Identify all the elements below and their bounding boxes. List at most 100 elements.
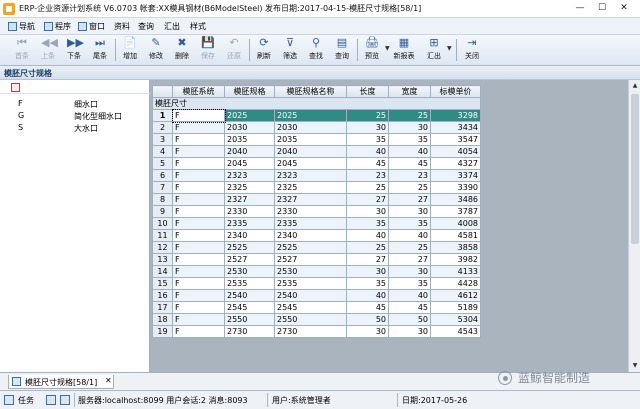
table-cell[interactable]: 35 [346,277,389,290]
table-cell[interactable]: 5304 [430,313,481,326]
table-cell[interactable]: F [172,229,225,242]
table-cell[interactable]: 2323 [274,169,347,182]
table-cell[interactable]: 35 [388,277,431,290]
table-cell[interactable]: 2327 [224,193,275,206]
table-row[interactable]: 12 F 2525 2525 25 25 3858 [152,241,481,254]
refresh-button[interactable]: ⟳ 刷新 [252,37,276,64]
table-cell[interactable]: 30 [346,121,389,134]
table-row[interactable]: 15 F 2535 2535 35 35 4428 [152,277,481,290]
table-cell[interactable]: 2335 [224,217,275,230]
table-cell[interactable]: F [172,157,225,170]
minimize-button[interactable]: — [570,1,590,15]
table-cell[interactable]: 2030 [224,121,275,134]
table-cell[interactable]: 2525 [274,241,347,254]
table-cell[interactable]: 4133 [430,265,481,278]
export-button[interactable]: ⊞ 汇出 [422,37,446,64]
table-cell[interactable]: 35 [388,217,431,230]
table-cell[interactable]: 50 [346,313,389,326]
table-cell[interactable]: 45 [388,157,431,170]
table-cell[interactable]: 25 [346,241,389,254]
table-cell[interactable]: F [172,181,225,194]
maximize-button[interactable]: ☐ [592,1,612,15]
column-header[interactable]: 宽度 [388,85,431,98]
find-button[interactable]: ⚲ 查找 [304,37,328,64]
table-row[interactable]: 4 F 2040 2040 40 40 4054 [152,145,481,158]
table-cell[interactable]: 2323 [224,169,275,182]
last-record-button[interactable]: ⏭ 尾条 [88,37,112,64]
table-row[interactable]: 10 F 2335 2335 35 35 4008 [152,217,481,230]
category-item[interactable]: G 简化型细水口 [0,110,150,122]
table-cell[interactable]: 25 [388,181,431,194]
table-cell[interactable]: F [172,217,225,230]
table-cell[interactable]: 2325 [274,181,347,194]
table-cell[interactable]: 2545 [274,301,347,314]
table-row[interactable]: 13 F 2527 2527 27 27 3982 [152,253,481,266]
table-cell[interactable]: F [172,253,225,266]
menu-export[interactable]: 汇出 [164,21,180,32]
table-cell[interactable]: 2035 [224,133,275,146]
table-row[interactable]: 3 F 2035 2035 35 35 3547 [152,133,481,146]
table-cell[interactable]: 23 [346,169,389,182]
new-report-button[interactable]: ▦ 新报表 [392,37,416,64]
table-cell[interactable]: F [172,121,225,134]
scroll-down-icon[interactable]: ▼ [629,360,640,372]
table-cell[interactable]: 2340 [274,229,347,242]
table-row[interactable]: 5 F 2045 2045 45 45 4327 [152,157,481,170]
table-cell[interactable]: 40 [346,145,389,158]
table-cell[interactable]: 40 [388,229,431,242]
table-cell[interactable]: 3858 [430,241,481,254]
table-cell[interactable]: 50 [388,313,431,326]
column-header[interactable]: 模胚规格名称 [274,85,347,98]
table-cell[interactable]: 45 [388,301,431,314]
table-cell[interactable]: 27 [388,253,431,266]
table-cell[interactable]: 45 [346,157,389,170]
table-cell[interactable]: 2030 [274,121,347,134]
table-cell[interactable]: 25 [388,241,431,254]
table-cell[interactable]: 4008 [430,217,481,230]
table-cell[interactable]: 30 [388,325,431,338]
table-cell[interactable]: 2040 [224,145,275,158]
table-row[interactable]: 6 F 2323 2323 23 23 3374 [152,169,481,182]
menu-style[interactable]: 样式 [190,21,206,32]
table-cell[interactable]: F [172,325,225,338]
column-header[interactable]: 模胚系统 [172,85,225,98]
table-cell[interactable]: 3434 [430,121,481,134]
table-cell[interactable]: 2045 [274,157,347,170]
table-cell[interactable]: F [172,277,225,290]
table-cell[interactable]: 40 [388,289,431,302]
table-cell[interactable]: 2530 [274,265,347,278]
column-header[interactable]: 标模单价 [430,85,481,98]
table-row[interactable]: 19 F 2730 2730 30 30 4543 [152,325,481,338]
table-cell[interactable]: 40 [388,145,431,158]
table-row[interactable]: 17 F 2545 2545 45 45 5189 [152,301,481,314]
table-cell[interactable]: 4054 [430,145,481,158]
table-cell[interactable]: F [172,313,225,326]
table-row[interactable]: 18 F 2550 2550 50 50 5304 [152,313,481,326]
table-cell[interactable]: 2340 [224,229,275,242]
table-cell[interactable]: 25 [346,109,389,122]
table-cell[interactable]: 3390 [430,181,481,194]
table-cell[interactable]: 2527 [274,253,347,266]
table-cell[interactable]: 30 [346,205,389,218]
table-cell[interactable]: 30 [346,265,389,278]
export-dropdown-icon[interactable]: ▼ [447,45,452,52]
table-cell[interactable]: 4612 [430,289,481,302]
table-cell[interactable]: 2730 [224,325,275,338]
table-cell[interactable]: 40 [346,229,389,242]
first-record-button[interactable]: ⏮ 首条 [10,37,34,64]
table-cell[interactable]: 30 [388,205,431,218]
table-cell[interactable]: F [172,241,225,254]
table-cell[interactable]: 2527 [224,253,275,266]
table-cell[interactable]: 2330 [274,205,347,218]
table-cell[interactable]: 30 [346,325,389,338]
table-cell[interactable]: F [172,205,225,218]
table-cell[interactable]: 4428 [430,277,481,290]
table-cell[interactable]: 2035 [274,133,347,146]
table-cell[interactable]: 35 [388,133,431,146]
tab-close-icon[interactable]: ✕ [105,376,112,385]
vertical-scrollbar[interactable]: ▲ ▼ [628,80,640,372]
table-cell[interactable]: 2045 [224,157,275,170]
task-label[interactable]: 任务 [18,395,34,406]
table-cell[interactable]: F [172,169,225,182]
table-cell[interactable]: 2535 [274,277,347,290]
